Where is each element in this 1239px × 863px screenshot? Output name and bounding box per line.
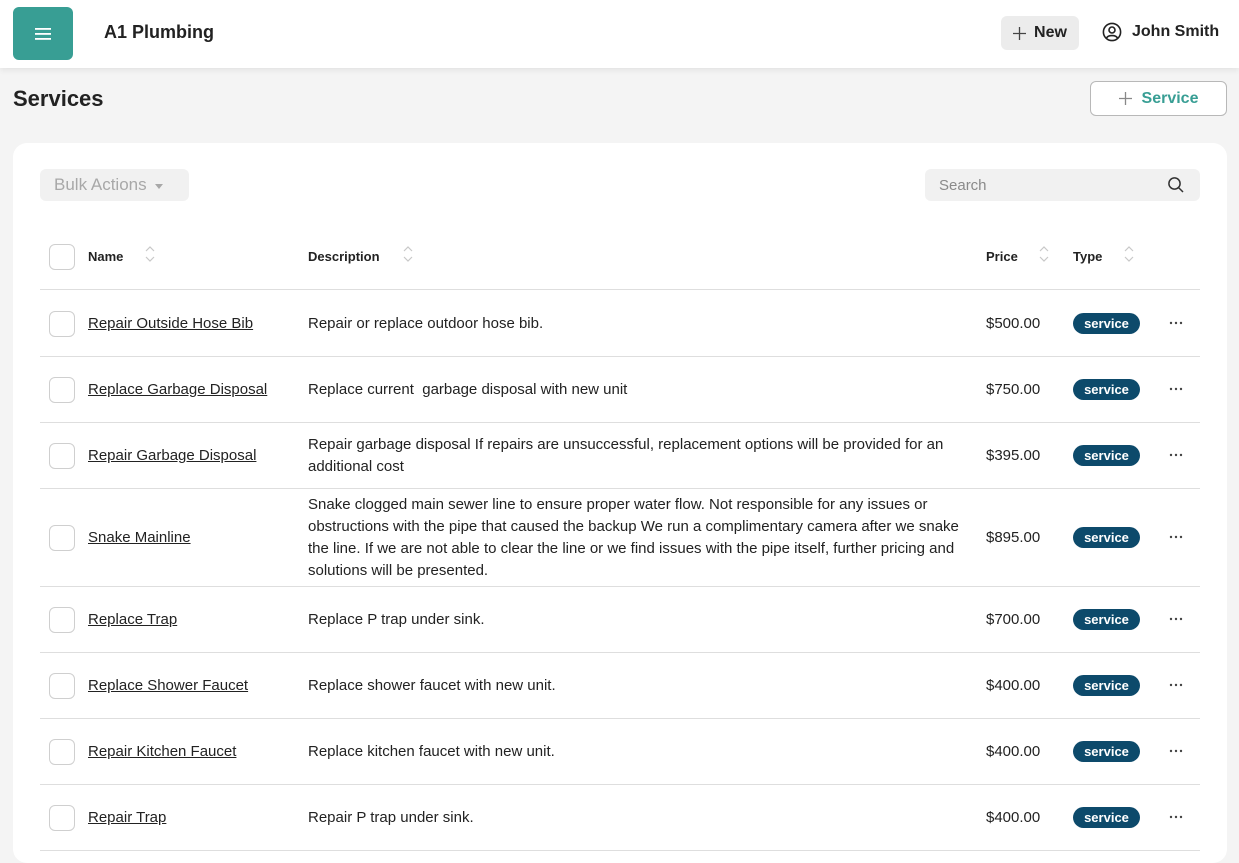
row-actions-button[interactable] bbox=[1166, 741, 1186, 761]
service-description: Repair P trap under sink. bbox=[308, 809, 474, 826]
services-card: Bulk Actions Name Description Price Type… bbox=[13, 143, 1227, 863]
sort-icon[interactable] bbox=[145, 245, 155, 263]
service-price: $500.00 bbox=[986, 315, 1041, 332]
ellipsis-icon bbox=[1169, 321, 1183, 325]
service-name-link[interactable]: Replace Trap bbox=[88, 611, 177, 628]
ellipsis-icon bbox=[1169, 387, 1183, 391]
service-price: $750.00 bbox=[986, 381, 1041, 398]
service-description: Snake clogged main sewer line to ensure … bbox=[308, 496, 959, 579]
ellipsis-icon bbox=[1169, 617, 1183, 621]
table-row: Repair Outside Hose Bib Repair or replac… bbox=[40, 291, 1200, 357]
service-description: Replace current garbage disposal with ne… bbox=[308, 381, 628, 398]
select-all-checkbox[interactable] bbox=[49, 244, 75, 270]
row-checkbox[interactable] bbox=[49, 673, 75, 699]
row-checkbox[interactable] bbox=[49, 443, 75, 469]
table-row: Snake Mainline Snake clogged main sewer … bbox=[40, 489, 1200, 587]
row-actions-button[interactable] bbox=[1166, 675, 1186, 695]
row-checkbox[interactable] bbox=[49, 525, 75, 551]
service-description: Repair garbage disposal If repairs are u… bbox=[308, 436, 944, 475]
plus-icon bbox=[1118, 92, 1132, 105]
row-actions-button[interactable] bbox=[1166, 807, 1186, 827]
column-type-header[interactable]: Type bbox=[1073, 249, 1102, 264]
service-description: Replace shower faucet with new unit. bbox=[308, 677, 556, 694]
user-name: John Smith bbox=[1132, 23, 1220, 40]
column-description-header[interactable]: Description bbox=[308, 249, 380, 264]
row-actions-button[interactable] bbox=[1166, 313, 1186, 333]
table-row: Repair Garbage Disposal Repair garbage d… bbox=[40, 423, 1200, 489]
type-badge: service bbox=[1073, 807, 1140, 828]
add-service-button[interactable]: Service bbox=[1090, 81, 1227, 116]
company-name: A1 Plumbing bbox=[104, 22, 215, 42]
page-title: Services bbox=[13, 86, 104, 111]
row-actions-button[interactable] bbox=[1166, 379, 1186, 399]
ellipsis-icon bbox=[1169, 815, 1183, 819]
hamburger-menu-icon bbox=[35, 27, 51, 40]
new-button-label: New bbox=[1034, 24, 1067, 41]
ellipsis-icon bbox=[1169, 683, 1183, 687]
user-menu[interactable]: John Smith bbox=[1102, 22, 1219, 42]
search-input[interactable] bbox=[925, 169, 1165, 201]
row-actions-button[interactable] bbox=[1166, 527, 1186, 547]
column-price-header[interactable]: Price bbox=[986, 249, 1018, 264]
table-row: Repair Kitchen Faucet Replace kitchen fa… bbox=[40, 719, 1200, 785]
service-name-link[interactable]: Repair Kitchen Faucet bbox=[88, 743, 236, 760]
service-price: $700.00 bbox=[986, 611, 1041, 628]
table-row: Replace Shower Faucet Replace shower fau… bbox=[40, 653, 1200, 719]
ellipsis-icon bbox=[1169, 535, 1183, 539]
search-box bbox=[925, 169, 1200, 201]
service-name-link[interactable]: Replace Shower Faucet bbox=[88, 677, 248, 694]
table-row: Replace Garbage Disposal Replace current… bbox=[40, 357, 1200, 423]
sort-icon[interactable] bbox=[1039, 245, 1049, 263]
menu-button[interactable] bbox=[13, 7, 73, 60]
column-name-header[interactable]: Name bbox=[88, 249, 123, 264]
bulk-actions-label: Bulk Actions bbox=[54, 175, 147, 194]
service-price: $400.00 bbox=[986, 809, 1041, 826]
row-checkbox[interactable] bbox=[49, 805, 75, 831]
service-name-link[interactable]: Repair Trap bbox=[88, 809, 166, 826]
sort-icon[interactable] bbox=[403, 245, 413, 263]
service-name-link[interactable]: Snake Mainline bbox=[88, 529, 191, 546]
row-actions-button[interactable] bbox=[1166, 609, 1186, 629]
row-checkbox[interactable] bbox=[49, 311, 75, 337]
row-actions-button[interactable] bbox=[1166, 445, 1186, 465]
bulk-actions-dropdown[interactable]: Bulk Actions bbox=[40, 169, 189, 201]
type-badge: service bbox=[1073, 527, 1140, 548]
service-price: $895.00 bbox=[986, 529, 1041, 546]
add-service-label: Service bbox=[1141, 89, 1199, 107]
row-checkbox[interactable] bbox=[49, 739, 75, 765]
new-button[interactable]: New bbox=[1001, 16, 1079, 50]
service-name-link[interactable]: Replace Garbage Disposal bbox=[88, 381, 267, 398]
service-price: $400.00 bbox=[986, 677, 1041, 694]
type-badge: service bbox=[1073, 379, 1140, 400]
type-badge: service bbox=[1073, 445, 1140, 466]
service-description: Repair or replace outdoor hose bib. bbox=[308, 315, 544, 332]
plus-icon bbox=[1013, 26, 1027, 40]
top-bar: A1 Plumbing New John Smith bbox=[0, 0, 1239, 68]
user-circle-icon bbox=[1102, 22, 1122, 42]
type-badge: service bbox=[1073, 609, 1140, 630]
service-description: Replace kitchen faucet with new unit. bbox=[308, 743, 555, 760]
service-name-link[interactable]: Repair Outside Hose Bib bbox=[88, 315, 253, 332]
type-badge: service bbox=[1073, 675, 1140, 696]
caret-down-icon bbox=[154, 183, 163, 189]
service-name-link[interactable]: Repair Garbage Disposal bbox=[88, 447, 256, 464]
table-header: Name Description Price Type bbox=[40, 238, 1200, 290]
search-icon[interactable] bbox=[1167, 176, 1185, 194]
ellipsis-icon bbox=[1169, 453, 1183, 457]
service-description: Replace P trap under sink. bbox=[308, 611, 485, 628]
row-checkbox[interactable] bbox=[49, 377, 75, 403]
type-badge: service bbox=[1073, 741, 1140, 762]
sort-icon[interactable] bbox=[1124, 245, 1134, 263]
table-row: Replace Trap Replace P trap under sink. … bbox=[40, 587, 1200, 653]
service-price: $395.00 bbox=[986, 447, 1041, 464]
type-badge: service bbox=[1073, 313, 1140, 334]
row-checkbox[interactable] bbox=[49, 607, 75, 633]
service-price: $400.00 bbox=[986, 743, 1041, 760]
ellipsis-icon bbox=[1169, 749, 1183, 753]
table-row: Repair Trap Repair P trap under sink. $4… bbox=[40, 785, 1200, 851]
